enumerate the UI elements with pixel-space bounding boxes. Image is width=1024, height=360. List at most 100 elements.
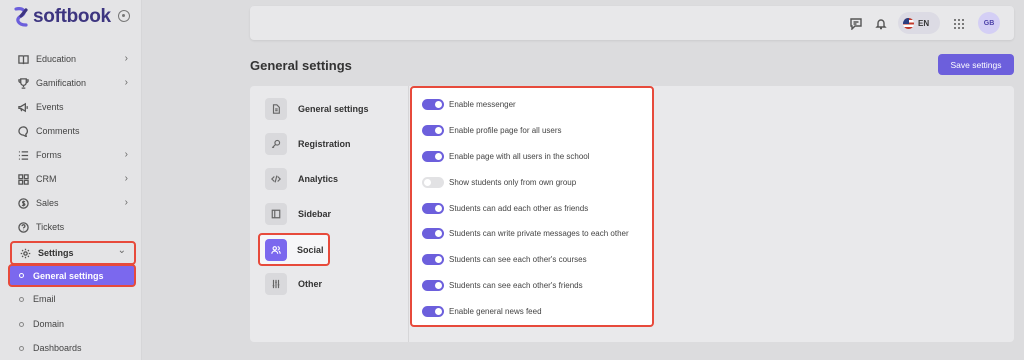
sidebar-item-label: Comments: [36, 126, 80, 136]
chevron-right-icon: ›: [124, 53, 128, 64]
divider: [408, 86, 409, 342]
message-icon[interactable]: [850, 17, 862, 31]
bullet-icon: [19, 321, 24, 327]
sidebar-item-comments[interactable]: Comments: [10, 120, 136, 142]
toggle-private-messages[interactable]: Students can write private messages to e…: [422, 226, 629, 240]
book-icon: [16, 52, 30, 66]
chevron-right-icon: ›: [124, 77, 128, 88]
social-settings-card: Enable messenger Enable profile page for…: [410, 86, 654, 327]
logo[interactable]: softbook: [12, 6, 111, 28]
page-title: General settings: [250, 58, 352, 73]
chevron-right-icon: ›: [124, 173, 128, 184]
bell-icon[interactable]: [875, 17, 887, 30]
document-icon: [265, 98, 287, 120]
help-icon: [16, 220, 30, 234]
trophy-icon: [16, 76, 30, 90]
toggle-enable-messenger[interactable]: Enable messenger: [422, 97, 516, 111]
sidebar-item-settings[interactable]: Settings ⌄: [10, 241, 136, 265]
toggle-switch[interactable]: [422, 253, 444, 265]
settings-tab-other[interactable]: Other: [262, 270, 402, 298]
settings-tab-social[interactable]: Social: [258, 233, 330, 266]
sidebar-subitem-domain[interactable]: Domain: [10, 314, 136, 334]
sidebar-item-label: Settings: [38, 248, 74, 258]
list-icon: [16, 148, 30, 162]
settings-tab-label: Sidebar: [298, 209, 332, 219]
sidebar-item-label: Domain: [33, 319, 65, 329]
toggle-switch[interactable]: [422, 227, 444, 239]
toggle-switch[interactable]: [422, 124, 444, 136]
toggle-switch[interactable]: [422, 150, 444, 162]
sidebar-item-label: Tickets: [36, 222, 65, 232]
bullet-icon: [19, 273, 24, 278]
settings-tab-sidebar[interactable]: Sidebar: [262, 200, 402, 228]
chevron-right-icon: ›: [124, 149, 128, 160]
sidebar-layout-icon: [265, 203, 287, 225]
toggle-label: Enable profile page for all users: [449, 125, 562, 135]
language-selector[interactable]: EN: [898, 12, 940, 34]
bullet-icon: [19, 296, 24, 302]
toggle-switch[interactable]: [422, 202, 444, 214]
code-icon: [265, 168, 287, 190]
toggle-label: Students can add each other as friends: [449, 203, 589, 213]
settings-tab-registration[interactable]: Registration: [262, 130, 402, 158]
toggle-see-courses[interactable]: Students can see each other's courses: [422, 252, 587, 266]
settings-tab-label: Registration: [298, 139, 351, 149]
sidebar: softbook Education › Gamification › Even…: [0, 0, 142, 360]
logo-mark-icon: [14, 7, 28, 27]
sidebar-item-forms[interactable]: Forms ›: [10, 144, 136, 166]
chevron-right-icon: ›: [124, 197, 128, 208]
sidebar-item-label: Education: [36, 54, 77, 64]
us-flag-icon: [903, 17, 914, 29]
avatar[interactable]: GB: [978, 12, 1000, 34]
sidebar-item-education[interactable]: Education ›: [10, 48, 136, 70]
key-icon: [265, 133, 287, 155]
logo-text: softbook: [33, 6, 111, 27]
toggle-news-feed[interactable]: Enable general news feed: [422, 304, 542, 318]
toggle-switch[interactable]: [422, 98, 444, 110]
chevron-down-icon: ⌄: [117, 245, 126, 256]
toggle-label: Enable page with all users in the school: [449, 151, 590, 161]
toggle-add-friends[interactable]: Students can add each other as friends: [422, 201, 588, 215]
sidebar-item-events[interactable]: Events: [10, 96, 136, 118]
language-label: EN: [918, 18, 930, 28]
save-settings-button[interactable]: Save settings: [938, 54, 1014, 75]
sidebar-subitem-dashboards[interactable]: Dashboards: [10, 338, 136, 358]
settings-tab-general[interactable]: General settings: [262, 95, 402, 123]
toggle-switch[interactable]: [422, 176, 444, 188]
sidebar-item-label: Forms: [36, 150, 62, 160]
sidebar-item-label: Email: [33, 294, 56, 304]
toggle-profile-page[interactable]: Enable profile page for all users: [422, 123, 562, 137]
toggle-all-users-page[interactable]: Enable page with all users in the school: [422, 149, 590, 163]
toggle-own-group-only[interactable]: Show students only from own group: [422, 175, 576, 189]
sidebar-item-label: Gamification: [36, 78, 87, 88]
toggle-label: Enable general news feed: [449, 306, 542, 316]
users-icon: [265, 238, 287, 261]
sidebar-item-label: Sales: [36, 198, 59, 208]
bullet-icon: [19, 345, 24, 351]
sidebar-item-sales[interactable]: Sales ›: [10, 192, 136, 214]
toggle-switch[interactable]: [422, 279, 444, 291]
chat-icon: [16, 124, 30, 138]
toggle-label: Students can see each other's friends: [449, 280, 583, 290]
collapse-sidebar-icon[interactable]: [118, 10, 130, 22]
toggle-label: Show students only from own group: [449, 177, 577, 187]
apps-grid-icon[interactable]: [953, 17, 965, 29]
sidebar-item-label: CRM: [36, 174, 57, 184]
sidebar-item-tickets[interactable]: Tickets: [10, 216, 136, 238]
settings-tab-label: Other: [298, 279, 323, 289]
toggle-see-friends[interactable]: Students can see each other's friends: [422, 278, 583, 292]
toggle-switch[interactable]: [422, 305, 444, 317]
sidebar-item-gamification[interactable]: Gamification ›: [10, 72, 136, 94]
sliders-icon: [265, 273, 287, 295]
sidebar-item-label: General settings: [33, 270, 104, 281]
sidebar-subitem-general-settings[interactable]: General settings: [8, 264, 136, 287]
megaphone-icon: [16, 100, 30, 114]
sidebar-item-crm[interactable]: CRM ›: [10, 168, 136, 190]
settings-tab-analytics[interactable]: Analytics: [262, 165, 402, 193]
toggle-label: Students can write private messages to e…: [449, 228, 629, 238]
sidebar-subitem-email[interactable]: Email: [10, 289, 136, 309]
settings-tab-label: General settings: [298, 104, 369, 114]
sidebar-item-label: Dashboards: [33, 343, 82, 353]
toggle-label: Enable messenger: [449, 99, 516, 109]
sidebar-item-label: Events: [36, 102, 64, 112]
